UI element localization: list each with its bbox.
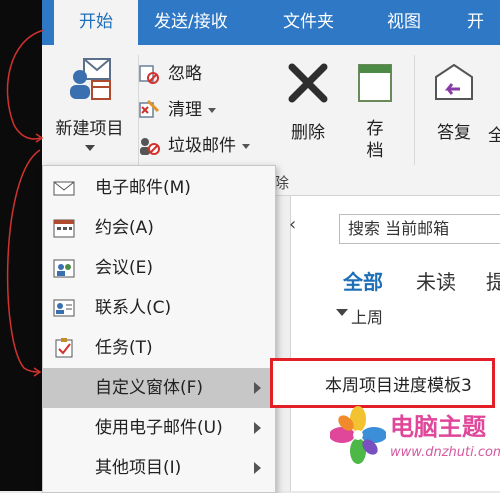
watermark-name: 电脑主题 [390,413,486,441]
watermark-url: www.dnzhuti.com [390,445,500,460]
flower-logo-icon [329,406,387,464]
watermark-logo: 电脑主题 www.dnzhuti.com [329,405,500,485]
